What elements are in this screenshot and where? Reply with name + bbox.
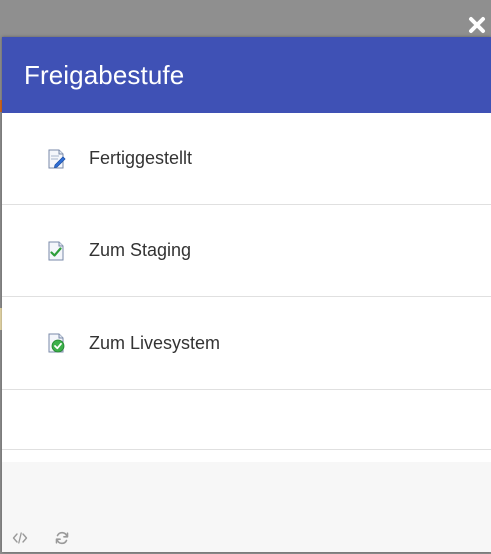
- dialog-header: Freigabestufe: [2, 37, 491, 113]
- footer-toolbar: [12, 530, 70, 546]
- document-check-icon: [45, 240, 67, 262]
- option-fertiggestellt[interactable]: Fertiggestellt: [2, 113, 491, 205]
- document-edit-icon: [45, 148, 67, 170]
- dialog-title: Freigabestufe: [24, 59, 185, 90]
- option-zum-livesystem[interactable]: Zum Livesystem: [2, 297, 491, 389]
- option-label: Zum Staging: [89, 240, 192, 260]
- option-label: Zum Livesystem: [89, 332, 221, 353]
- close-button[interactable]: [468, 16, 486, 34]
- approval-level-dialog: Freigabestufe Fertiggestellt Zum Staging…: [2, 37, 491, 552]
- option-label: Fertiggestellt: [89, 148, 193, 168]
- option-zum-staging[interactable]: Zum Staging: [2, 205, 491, 297]
- option-list: Fertiggestellt Zum Staging Zum Livesyste…: [2, 113, 491, 390]
- close-icon: [469, 17, 485, 33]
- empty-row: [2, 390, 491, 450]
- code-icon[interactable]: [12, 530, 28, 546]
- document-check-circle-icon: [45, 332, 67, 354]
- refresh-icon[interactable]: [54, 530, 70, 546]
- dialog-footer: [2, 462, 491, 552]
